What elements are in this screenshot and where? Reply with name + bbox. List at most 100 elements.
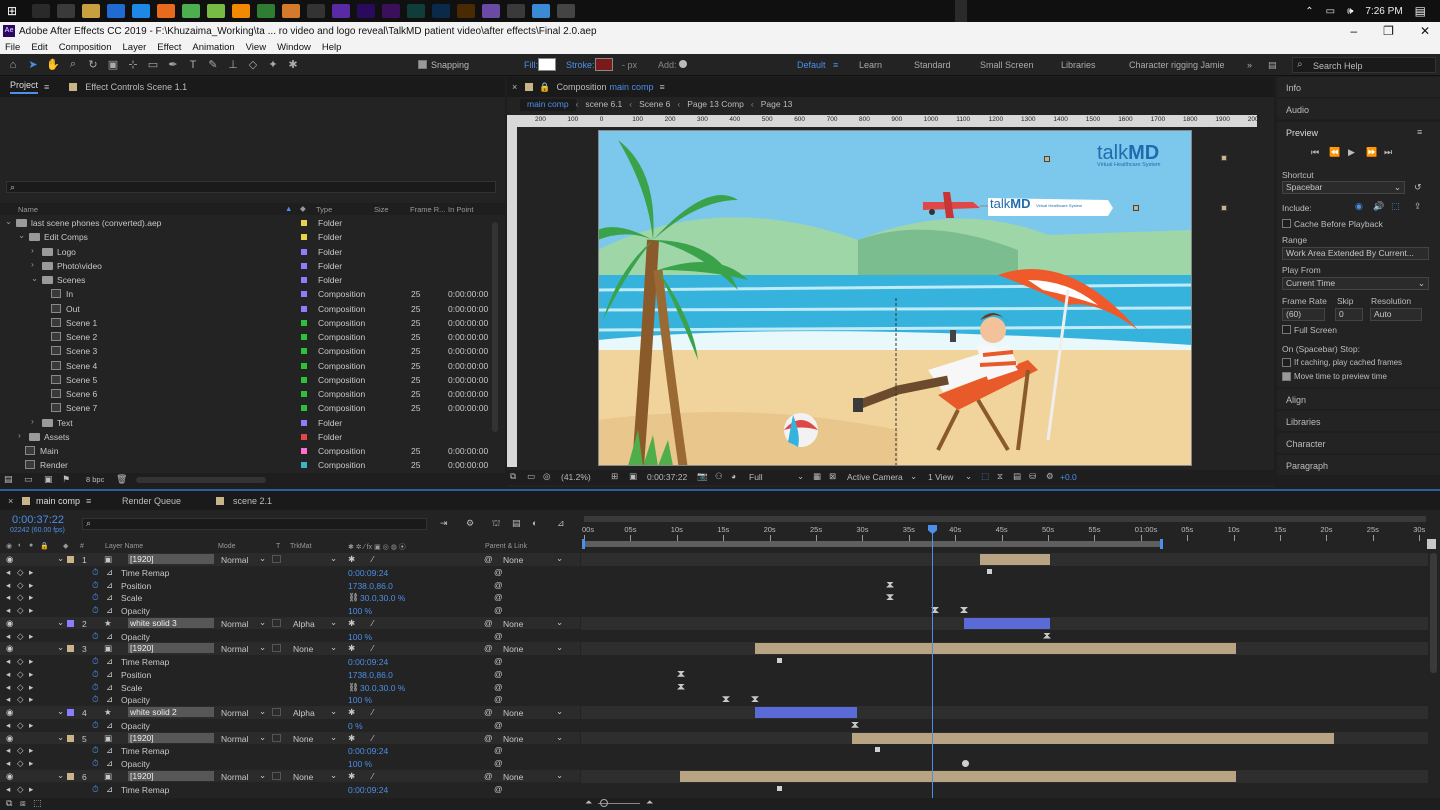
label-color-swatch[interactable] (301, 234, 307, 241)
eye-icon[interactable]: ◉ (6, 733, 13, 744)
layer-duration-bar[interactable] (755, 643, 1236, 655)
collapse-switch-icon[interactable]: ✱ (348, 707, 355, 718)
keyframe-nav-right-icon[interactable]: ▸ (29, 720, 33, 731)
property-value[interactable]: 100 % (348, 759, 372, 769)
graph-icon[interactable]: ⊿ (106, 784, 113, 795)
property-value[interactable]: 0:00:09:24 (348, 746, 388, 756)
project-item[interactable]: Scene 4 Composition 25 0:00:00:00 (0, 359, 490, 373)
keyframe-nav-right-icon[interactable]: ▸ (29, 567, 33, 578)
column-parent-link[interactable]: Parent & Link (485, 543, 527, 550)
pick-whip-icon[interactable]: @ (484, 771, 493, 781)
mask-icon[interactable]: ◎ (543, 471, 550, 482)
label-color-swatch[interactable] (301, 433, 307, 440)
property-value[interactable]: 100 % (348, 632, 372, 642)
fast-preview-icon[interactable]: ⧖ (997, 471, 1003, 482)
label-color-swatch[interactable] (301, 462, 307, 469)
keyframe[interactable] (777, 785, 782, 791)
keyframe[interactable] (677, 670, 685, 677)
windows-icon[interactable]: ⊞ (7, 4, 25, 18)
selection-handle[interactable] (1221, 155, 1227, 161)
show-snapshot-icon[interactable]: ⚇ (715, 471, 723, 482)
chevron-down-icon[interactable]: ⌄ (556, 642, 563, 653)
label-color-swatch[interactable] (301, 305, 307, 312)
link-icon[interactable]: ⛓ (348, 592, 359, 603)
label-color-swatch[interactable] (301, 220, 307, 226)
search-panel-icon[interactable]: ▤ (1268, 60, 1277, 71)
project-search[interactable]: ⌕ (6, 181, 496, 193)
mode-dropdown[interactable]: Normal (221, 644, 248, 654)
project-item[interactable]: Scene 7 Composition 25 0:00:00:00 (0, 401, 490, 415)
selection-handle[interactable] (1133, 205, 1139, 211)
graph-icon[interactable]: ⊿ (106, 580, 113, 591)
pick-whip-icon[interactable]: @ (484, 707, 493, 717)
resolution-dropdown[interactable]: Auto (1370, 308, 1422, 321)
property-row[interactable]: ◂ ◇ ▸ ⏱ ⊿ Opacity 100 % @ (0, 604, 580, 617)
zoom-dropdown[interactable]: (41.2%) (561, 472, 591, 482)
keyframe-nav-right-icon[interactable]: ▸ (29, 745, 33, 756)
mode-dropdown[interactable]: Normal (221, 772, 248, 782)
work-area-end[interactable] (1160, 539, 1163, 549)
obs-icon[interactable] (307, 4, 325, 18)
project-item[interactable]: Scene 3 Composition 25 0:00:00:00 (0, 344, 490, 358)
stopwatch-icon[interactable]: ⏱ (92, 656, 99, 667)
graph-icon[interactable]: ⊿ (106, 758, 113, 769)
chevron-right-icon[interactable]: » (1247, 60, 1252, 70)
label-color-swatch[interactable] (67, 645, 74, 653)
stopwatch-icon[interactable]: ⏱ (92, 720, 99, 731)
workspace-learn[interactable]: Learn (859, 60, 882, 70)
pen-icon[interactable] (482, 4, 500, 18)
stopwatch-icon[interactable]: ⏱ (92, 631, 99, 642)
previous-frame-icon[interactable]: ⏪ (1329, 147, 1340, 158)
eraser-tool-icon[interactable]: ◇ (246, 58, 260, 72)
preserve-transparency-box[interactable] (272, 771, 281, 780)
exposure-value[interactable]: +0.0 (1060, 472, 1077, 482)
keyframe-add-icon[interactable]: ◇ (17, 580, 24, 591)
menu-icon[interactable]: ≡ (44, 82, 49, 92)
toggle-modes-icon[interactable]: ⧈ (20, 798, 26, 809)
photoshop-icon[interactable] (432, 4, 450, 18)
close-icon[interactable]: × (8, 496, 13, 506)
project-item[interactable]: › Assets Folder (0, 430, 490, 444)
app-icon[interactable] (207, 4, 225, 18)
fill-swatch[interactable] (538, 58, 556, 71)
project-scrollbar[interactable] (492, 222, 498, 432)
current-time-display[interactable]: 0:00:37:22 (12, 514, 64, 526)
keyframe-nav-right-icon[interactable]: ▸ (29, 758, 33, 769)
label-color-swatch[interactable] (301, 291, 307, 298)
keyframe-nav-right-icon[interactable]: ▸ (29, 605, 33, 616)
menu-animation[interactable]: Animation (192, 42, 234, 53)
layer-row[interactable]: ◉ ⌄ 2 ★ white solid 3 Normal ⌄ Alpha ⌄ ✱ ⁄ @ None ⌄ (0, 616, 580, 630)
label-color-swatch[interactable] (301, 362, 307, 369)
keyframe-nav-left-icon[interactable]: ◂ (6, 694, 10, 705)
work-area-start[interactable] (582, 539, 585, 549)
premiere-icon[interactable] (382, 4, 400, 18)
keyframe-nav-left-icon[interactable]: ◂ (6, 682, 10, 693)
quality-switch-icon[interactable]: ⁄ (372, 733, 373, 743)
label-color-swatch[interactable] (301, 262, 307, 269)
zoom-slider-thumb[interactable] (600, 799, 608, 807)
graph-icon[interactable]: ⊿ (106, 605, 113, 616)
keyframe[interactable] (875, 747, 880, 753)
label-color-swatch[interactable] (67, 709, 74, 716)
property-row[interactable]: ◂ ◇ ▸ ⏱ ⊿ Opacity 100 % @ (0, 630, 580, 643)
keyframe-nav-left-icon[interactable]: ◂ (6, 720, 10, 731)
property-value[interactable]: 0 % (348, 721, 363, 731)
keyframe[interactable] (960, 607, 968, 613)
selection-handle[interactable] (1221, 205, 1227, 211)
render-icon[interactable]: ⚑ (62, 474, 70, 485)
video-switch-icon[interactable]: ◉ (6, 542, 12, 550)
project-item[interactable]: Scene 2 Composition 25 0:00:00:00 (0, 330, 490, 344)
graph-icon[interactable]: ⊿ (106, 694, 113, 705)
export-icon[interactable]: ⇪ (1414, 201, 1422, 212)
resolution-dropdown[interactable]: Full (749, 472, 763, 482)
property-row[interactable]: ◂ ◇ ▸ ⏱ ⊿ Time Remap 0:00:09:24 @ (0, 566, 580, 579)
pick-whip-icon[interactable]: @ (484, 618, 493, 628)
property-row[interactable]: ◂ ◇ ▸ ⏱ ⊿ Opacity 100 % @ (0, 693, 580, 706)
keyframe-add-icon[interactable]: ◇ (17, 694, 24, 705)
pick-whip-icon[interactable]: @ (494, 694, 503, 704)
keyframe-nav-right-icon[interactable]: ▸ (29, 631, 33, 642)
column-name[interactable]: Name (18, 205, 38, 214)
chevron-down-icon[interactable]: ⌄ (57, 553, 64, 564)
pick-whip-icon[interactable]: @ (494, 656, 503, 666)
project-item[interactable]: › Text Folder (0, 416, 490, 430)
